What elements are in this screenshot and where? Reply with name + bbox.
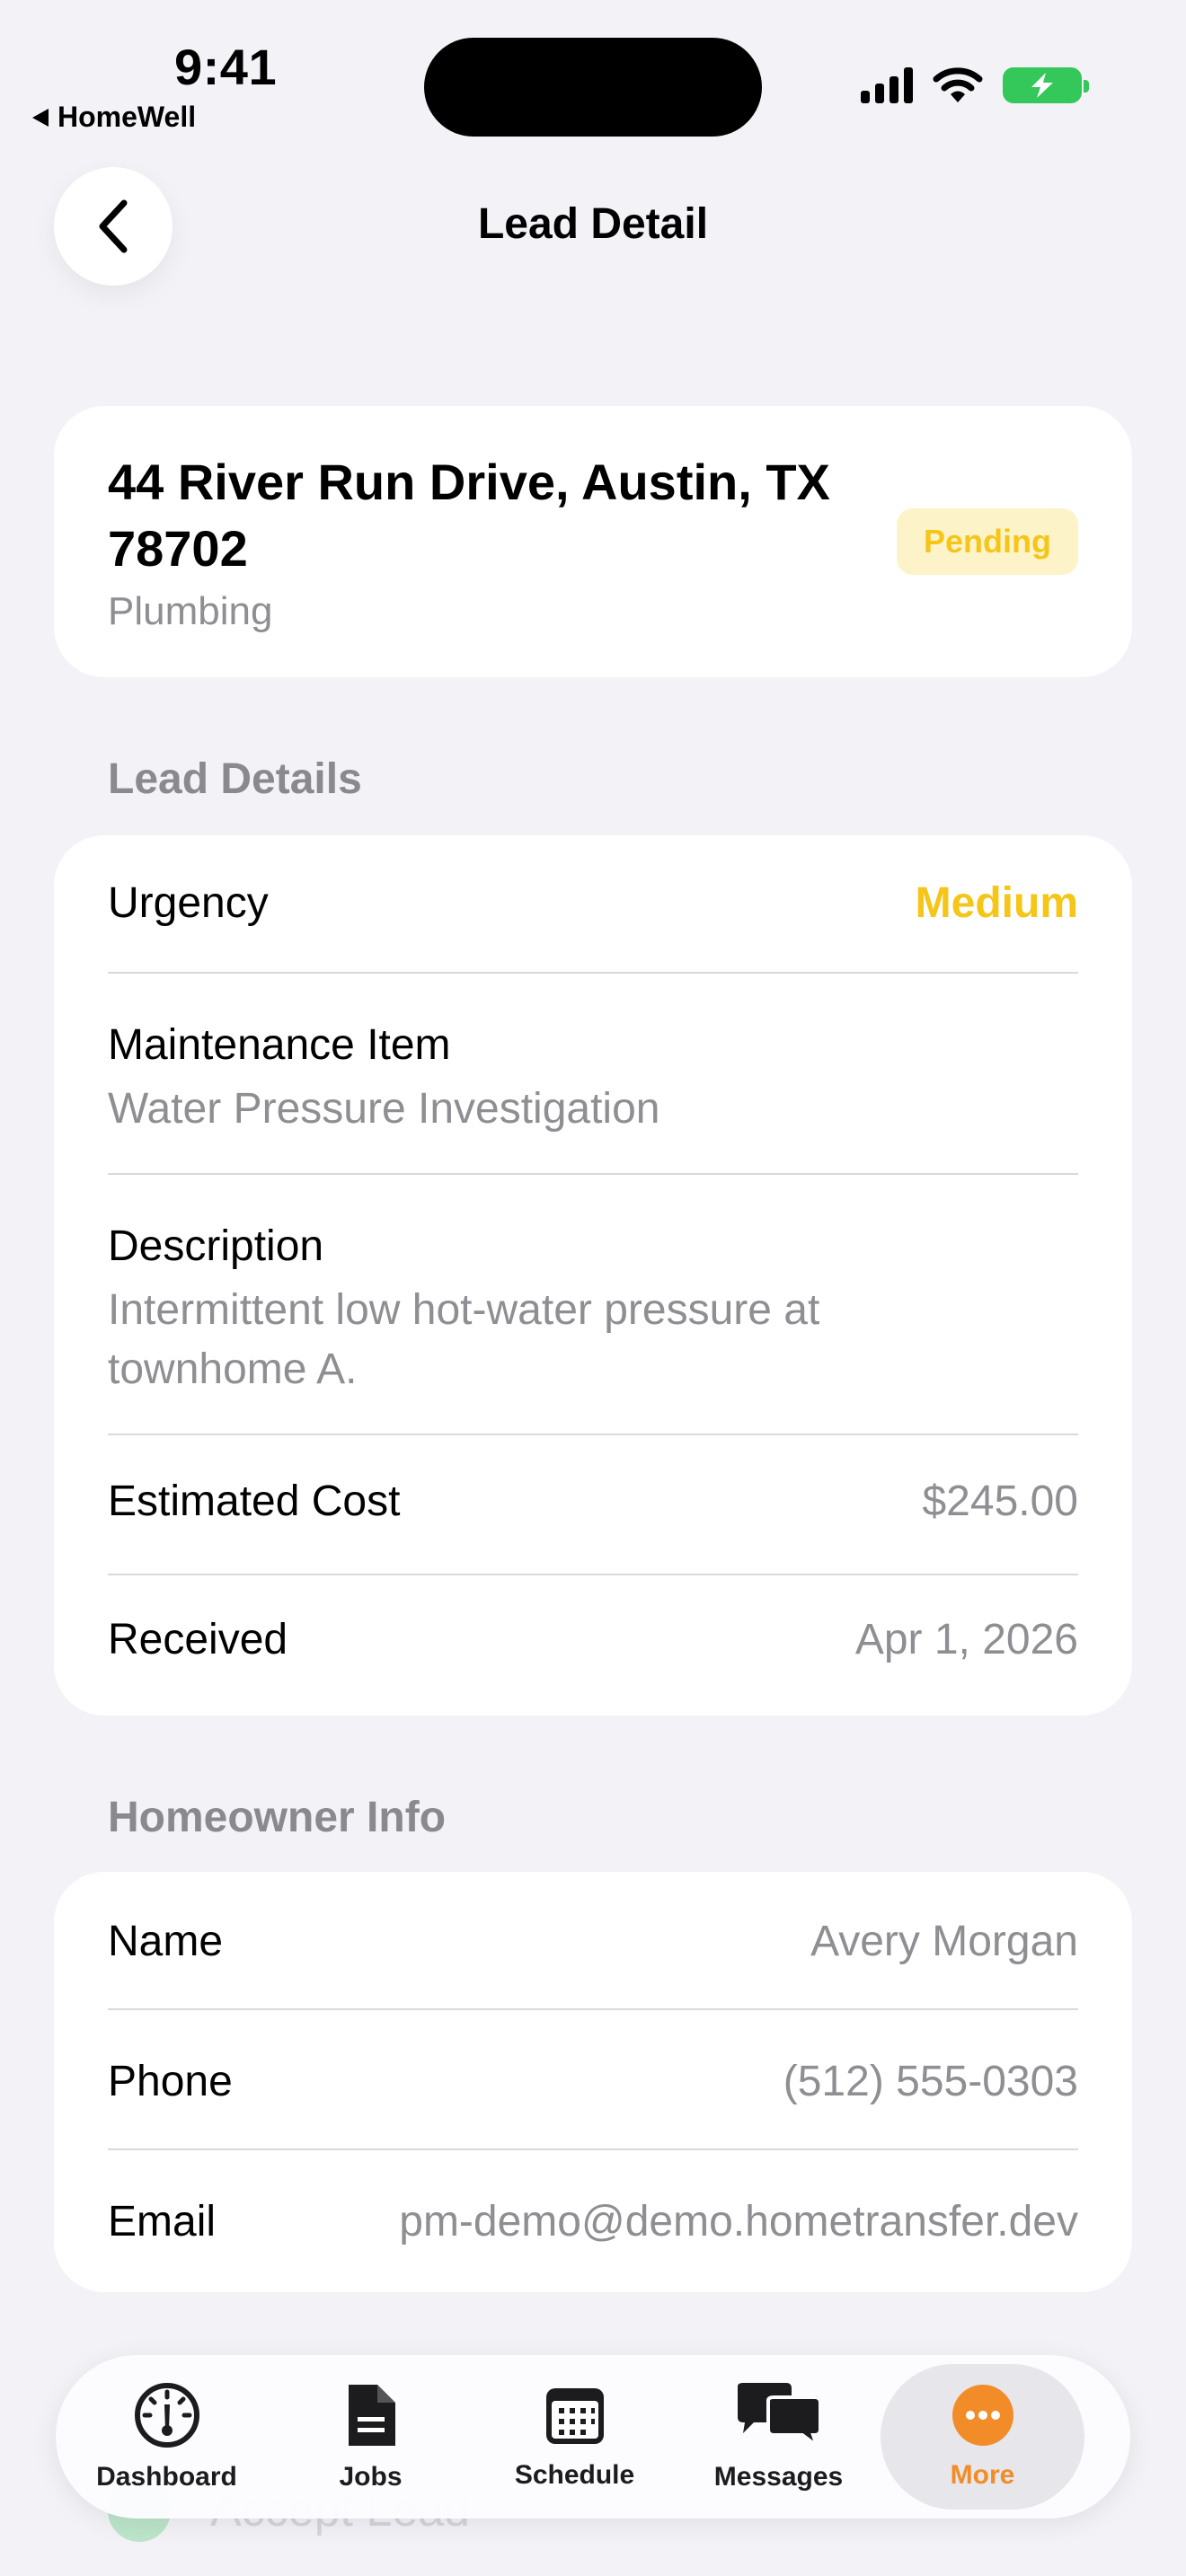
description-label: Description xyxy=(108,1222,324,1270)
homeowner-section-title: Homeowner Info xyxy=(108,1794,447,1841)
lead-address: 44 River Run Drive, Austin, TX 78702 xyxy=(108,454,830,577)
dynamic-island xyxy=(424,38,762,137)
divider xyxy=(108,1434,1078,1435)
divider xyxy=(108,1173,1078,1175)
status-time: 9:41 xyxy=(174,39,278,95)
description-row: Description Intermittent low hot-water p… xyxy=(108,1216,1078,1399)
email-label: Email xyxy=(108,2198,217,2245)
homeowner-phone-row[interactable]: Phone (512) 555-0303 xyxy=(108,2057,1078,2106)
status-icons xyxy=(861,66,1089,104)
back-app-label: HomeWell xyxy=(58,101,197,133)
lead-category: Plumbing xyxy=(108,589,273,633)
phone-label: Phone xyxy=(108,2058,233,2105)
tab-bar: Dashboard Jobs Schedule Messages More xyxy=(56,2355,1130,2519)
status-badge: Pending xyxy=(897,508,1078,575)
lead-summary-card: 44 River Run Drive, Austin, TX 78702 Plu… xyxy=(54,406,1132,677)
urgency-label: Urgency xyxy=(108,879,269,927)
estimated-cost-value: $245.00 xyxy=(922,1478,1078,1525)
tab-dashboard[interactable]: Dashboard xyxy=(65,2364,269,2510)
homeowner-email-row[interactable]: Email pm-demo@demo.hometransfer.dev xyxy=(108,2197,1078,2246)
chat-bubbles-icon xyxy=(737,2383,822,2449)
urgency-row: Urgency Medium xyxy=(108,878,1078,928)
lead-details-section-title: Lead Details xyxy=(108,755,362,803)
calendar-icon xyxy=(545,2388,604,2444)
tab-messages[interactable]: Messages xyxy=(677,2364,881,2510)
urgency-value: Medium xyxy=(915,879,1078,927)
tab-schedule[interactable]: Schedule xyxy=(473,2364,677,2510)
tab-jobs-label: Jobs xyxy=(339,2462,403,2492)
divider xyxy=(108,2148,1078,2150)
maintenance-item-label: Maintenance Item xyxy=(108,1021,451,1069)
lead-details-card: Urgency Medium Maintenance Item Water Pr… xyxy=(54,835,1132,1716)
received-label: Received xyxy=(108,1616,288,1663)
tab-more[interactable]: More xyxy=(881,2364,1084,2510)
divider xyxy=(108,972,1078,974)
screen: 9:41 HomeWell Lead Detail 44 River Run D… xyxy=(0,0,1186,2576)
tab-more-label: More xyxy=(950,2460,1015,2490)
tab-messages-label: Messages xyxy=(713,2462,844,2492)
phone-value[interactable]: (512) 555-0303 xyxy=(783,2057,1078,2106)
name-value: Avery Morgan xyxy=(810,1918,1078,1965)
page-title: Lead Detail xyxy=(477,200,709,248)
email-value[interactable]: pm-demo@demo.hometransfer.dev xyxy=(399,2197,1078,2246)
wifi-icon xyxy=(933,67,983,102)
document-icon xyxy=(348,2385,395,2446)
received-value: Apr 1, 2026 xyxy=(854,1616,1078,1663)
maintenance-item-row: Maintenance Item Water Pressure Investig… xyxy=(108,1015,1078,1142)
estimated-cost-row: Estimated Cost $245.00 xyxy=(108,1477,1078,1526)
tab-dashboard-label: Dashboard xyxy=(96,2462,237,2492)
homeowner-card: Name Avery Morgan Phone (512) 555-0303 E… xyxy=(54,1872,1132,2292)
back-to-app-link[interactable]: HomeWell xyxy=(32,101,196,134)
battery-charging-icon xyxy=(1003,67,1089,103)
gauge-icon xyxy=(134,2383,199,2448)
tab-schedule-label: Schedule xyxy=(514,2460,635,2490)
maintenance-item-value: Water Pressure Investigation xyxy=(108,1085,660,1133)
description-value: Intermittent low hot-water pressure at t… xyxy=(108,1286,820,1393)
back-triangle-icon xyxy=(32,108,49,127)
received-row: Received Apr 1, 2026 xyxy=(108,1615,1078,1664)
estimated-cost-label: Estimated Cost xyxy=(108,1478,401,1525)
divider xyxy=(108,1574,1078,1575)
cellular-signal-icon xyxy=(861,67,913,103)
more-icon xyxy=(951,2385,1013,2446)
name-label: Name xyxy=(108,1918,224,1965)
divider xyxy=(108,2008,1078,2010)
homeowner-name-row: Name Avery Morgan xyxy=(108,1917,1078,1966)
tab-jobs[interactable]: Jobs xyxy=(269,2364,473,2510)
